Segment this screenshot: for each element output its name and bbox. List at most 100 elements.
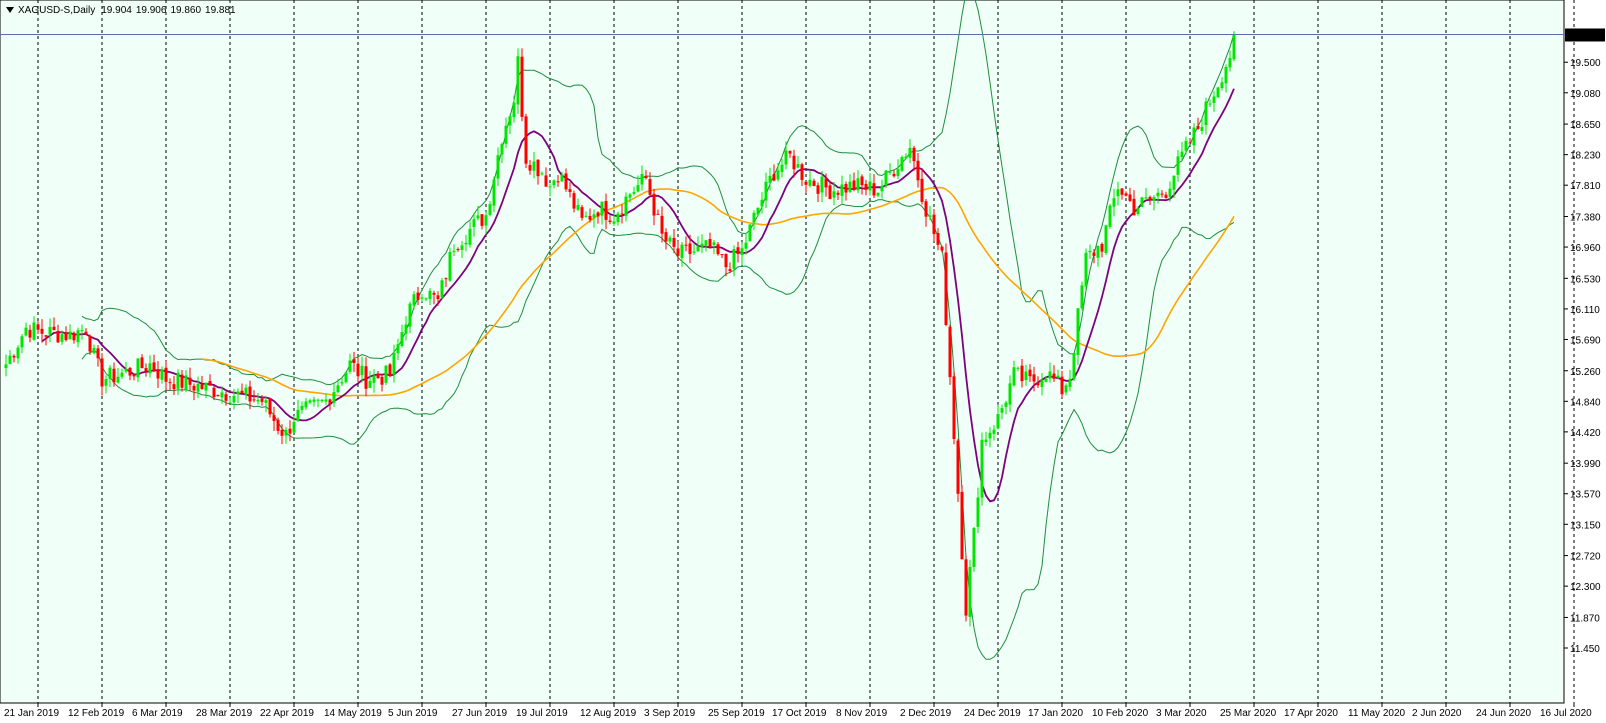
candle-body (52, 326, 56, 331)
candle-body (200, 384, 204, 389)
candle-96 (388, 363, 392, 378)
candle-body (176, 372, 180, 389)
candle-body (556, 181, 560, 183)
candle-242 (972, 526, 976, 572)
candle-body (912, 147, 916, 162)
candle-body (432, 293, 436, 295)
candle-307 (1232, 31, 1236, 62)
candle-body (288, 428, 292, 434)
candle-body (908, 147, 912, 158)
candle-body (624, 196, 628, 216)
candle-276 (1108, 203, 1112, 229)
x-tick-label-23: 24 Jun 2020 (1476, 708, 1531, 719)
candle-237 (952, 371, 956, 445)
candle-130 (524, 113, 528, 169)
candle-body (336, 385, 340, 393)
candle-body (932, 214, 936, 235)
candle-body (828, 185, 832, 200)
candle-body (1044, 378, 1048, 382)
candle-body (784, 150, 788, 165)
price-axis[interactable]: 11.450 11.870 12.300 12.720 13.150 13.570 13.9… (1564, 58, 1601, 655)
candle-body (1080, 285, 1084, 309)
candle-body (1144, 197, 1148, 199)
candle-body (188, 377, 192, 385)
candle-body (1052, 373, 1056, 379)
candle-body (296, 409, 300, 421)
y-tick-label-16: 18.230 (1570, 151, 1601, 162)
candle-body (92, 347, 96, 354)
candle-body (216, 394, 220, 397)
candle-body (1164, 194, 1168, 198)
candle-body (28, 329, 32, 338)
price-chart[interactable]: 11.450 11.870 12.300 12.720 13.150 13.570 13.9… (0, 0, 1606, 723)
candle-body (476, 215, 480, 219)
candle-body (728, 269, 732, 271)
candle-body (324, 399, 328, 402)
candle-body (936, 232, 940, 245)
plot-area[interactable] (0, 0, 1565, 704)
candle-body (392, 352, 396, 375)
candle-body (1224, 67, 1228, 84)
candle-body (1120, 188, 1124, 195)
candle-body (104, 378, 108, 386)
candle-body (1156, 192, 1160, 197)
y-tick-label-4: 13.150 (1570, 520, 1601, 531)
candle-body (508, 116, 512, 126)
candle-238 (956, 438, 960, 502)
y-tick-label-3: 12.720 (1570, 552, 1601, 563)
candle-body (768, 175, 772, 183)
x-tick-label-2: 6 Mar 2019 (132, 708, 183, 719)
chart-window[interactable]: 11.450 11.870 12.300 12.720 13.150 13.570 13.9… (0, 0, 1606, 723)
current-price-label-text: 19.881 (1569, 30, 1600, 41)
y-tick-label-13: 16.960 (1570, 243, 1601, 254)
candle-body (752, 212, 756, 223)
candle-body (252, 399, 256, 401)
candle-body (796, 164, 800, 168)
chevron-down-icon[interactable] (6, 7, 14, 14)
candle-body (760, 199, 764, 207)
candle-body (244, 387, 248, 395)
candle-body (684, 244, 688, 246)
time-axis[interactable]: 21 Jan 2019 12 Feb 2019 6 Mar 2019 28 Mar 2… (4, 703, 1592, 719)
x-tick-label-3: 28 Mar 2019 (196, 708, 253, 719)
candle-244 (980, 432, 984, 506)
candle-body (1136, 208, 1140, 214)
candle-body (304, 401, 308, 408)
candle-body (1196, 125, 1200, 129)
candle-267 (1072, 352, 1076, 382)
candle-body (956, 440, 960, 494)
candle-235 (944, 243, 948, 327)
candle-body (616, 213, 620, 223)
candle-body (144, 368, 148, 372)
candle-body (388, 364, 392, 377)
candle-body (636, 185, 640, 192)
candle-body (412, 294, 416, 306)
candle-269 (1080, 281, 1084, 311)
y-tick-label-10: 15.690 (1570, 335, 1601, 346)
candle-body (468, 228, 472, 245)
candle-body (588, 215, 592, 220)
candle-241 (968, 559, 972, 627)
candle-body (448, 251, 452, 281)
x-tick-label-0: 21 Jan 2019 (4, 708, 59, 719)
candle-body (872, 183, 876, 196)
candle-95 (384, 364, 388, 386)
x-tick-label-22: 2 Jun 2020 (1412, 708, 1462, 719)
chart-header: XAGUSD-S,Daily 19.904 19.906 19.860 19.881 (6, 5, 240, 16)
candle-body (724, 253, 728, 268)
candle-body (480, 214, 484, 226)
candle-body (132, 374, 136, 377)
candle-body (1048, 371, 1052, 379)
candle-body (944, 252, 948, 325)
candle-body (464, 242, 468, 245)
candle-body (4, 364, 8, 369)
candle-body (404, 324, 408, 334)
candle-body (1212, 96, 1216, 103)
x-tick-label-7: 27 Jun 2019 (452, 708, 507, 719)
candle-body (712, 242, 716, 245)
x-tick-label-14: 2 Dec 2019 (900, 708, 952, 719)
candle-body (268, 398, 272, 415)
candle-body (384, 365, 388, 383)
candle-body (240, 390, 244, 394)
candle-body (920, 178, 924, 202)
